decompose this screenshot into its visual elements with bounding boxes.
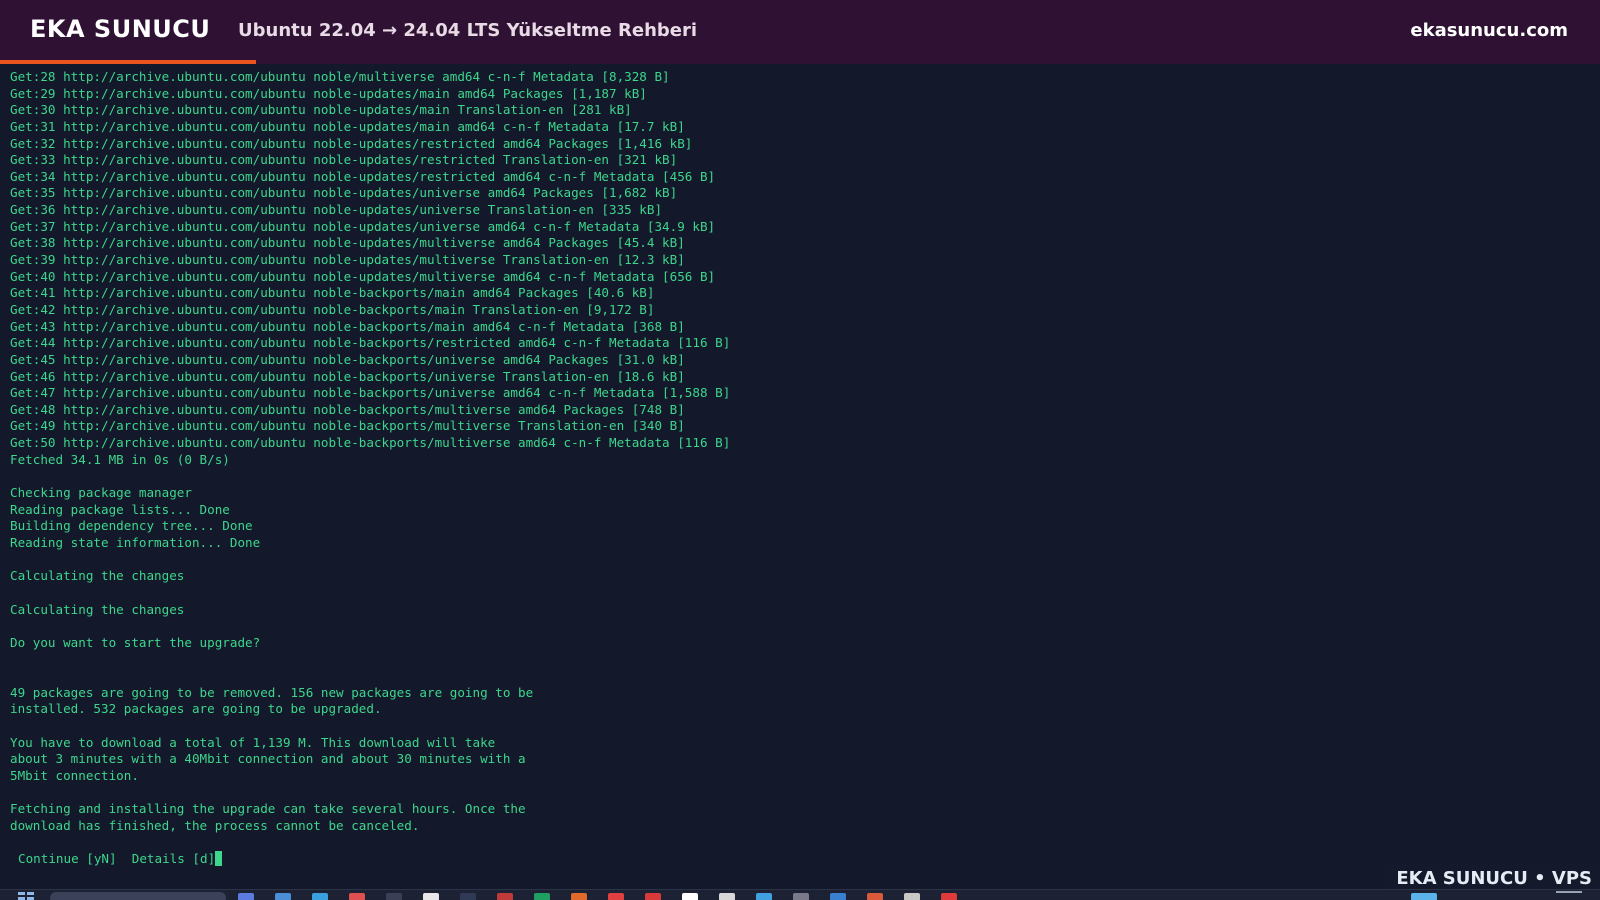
taskbar-app-icon[interactable] [867, 893, 883, 900]
details-option[interactable]: Details [d] [132, 851, 215, 866]
terminal-line: Calculating the changes [10, 568, 185, 584]
banner-title: Ubuntu 22.04 → 24.04 LTS Yükseltme Rehbe… [238, 20, 698, 41]
terminal-line: about 3 minutes with a 40Mbit connection… [10, 751, 526, 767]
terminal-line: Get:32 http://archive.ubuntu.com/ubuntu … [10, 135, 693, 151]
terminal-line: Get:46 http://archive.ubuntu.com/ubuntu … [10, 368, 685, 384]
terminal-output[interactable]: Get:28 http://archive.ubuntu.com/ubuntu … [10, 69, 1580, 869]
taskbar-app-icon[interactable] [571, 893, 587, 900]
terminal-line: Get:33 http://archive.ubuntu.com/ubuntu … [10, 152, 678, 168]
taskbar-app-icon[interactable] [682, 893, 698, 900]
terminal-line: Reading state information... Done [10, 534, 261, 550]
taskbar-app-icon[interactable] [756, 893, 772, 900]
terminal-line: Get:44 http://archive.ubuntu.com/ubuntu … [10, 335, 731, 351]
terminal-line: Get:40 http://archive.ubuntu.com/ubuntu … [10, 268, 716, 284]
terminal-line: Get:43 http://archive.ubuntu.com/ubuntu … [10, 318, 685, 334]
terminal-line: Get:42 http://archive.ubuntu.com/ubuntu … [10, 301, 655, 317]
terminal-cursor [215, 851, 223, 867]
taskbar-app-icon[interactable] [423, 893, 439, 900]
terminal-line: Get:31 http://archive.ubuntu.com/ubuntu … [10, 118, 685, 134]
terminal-line: Get:47 http://archive.ubuntu.com/ubuntu … [10, 385, 731, 401]
taskbar-app-icon[interactable] [941, 893, 957, 900]
taskbar-app-icon[interactable] [830, 893, 846, 900]
terminal-line: 5Mbit connection. [10, 767, 139, 783]
taskbar-app-icon[interactable] [386, 893, 402, 900]
terminal-line: Reading package lists... Done [10, 501, 230, 517]
terminal-line: Get:35 http://archive.ubuntu.com/ubuntu … [10, 185, 678, 201]
taskbar-app-icon[interactable] [312, 893, 328, 900]
terminal-line: Get:50 http://archive.ubuntu.com/ubuntu … [10, 435, 731, 451]
banner-progress-bar [0, 60, 256, 64]
banner-site-url[interactable]: ekasunucu.com [1410, 20, 1568, 41]
terminal-line: Calculating the changes [10, 601, 185, 617]
terminal-line: Get:45 http://archive.ubuntu.com/ubuntu … [10, 351, 685, 367]
terminal-line: Get:48 http://archive.ubuntu.com/ubuntu … [10, 401, 685, 417]
taskbar [0, 889, 1600, 900]
start-menu-icon[interactable] [18, 892, 36, 900]
taskbar-app-icon[interactable] [608, 893, 624, 900]
taskbar-app-icon[interactable] [719, 893, 735, 900]
taskbar-app-icon[interactable] [793, 893, 809, 900]
taskbar-app-icon[interactable] [534, 893, 550, 900]
continue-option[interactable]: Continue [yN] [18, 851, 117, 866]
taskbar-app-icon[interactable] [460, 893, 476, 900]
terminal-line: Get:29 http://archive.ubuntu.com/ubuntu … [10, 85, 647, 101]
terminal-line: Get:34 http://archive.ubuntu.com/ubuntu … [10, 168, 716, 184]
terminal-line: Get:36 http://archive.ubuntu.com/ubuntu … [10, 202, 663, 218]
terminal-line: Get:39 http://archive.ubuntu.com/ubuntu … [10, 252, 685, 268]
terminal-line: Fetching and installing the upgrade can … [10, 801, 526, 817]
taskbar-app-icon[interactable] [904, 893, 920, 900]
terminal-line: You have to download a total of 1,139 M.… [10, 734, 496, 750]
tutorial-banner: EKA SUNUCU Ubuntu 22.04 → 24.04 LTS Yüks… [0, 0, 1600, 64]
terminal-line: Building dependency tree... Done [10, 518, 253, 534]
taskbar-app-icon[interactable] [497, 893, 513, 900]
taskbar-app-icon[interactable] [645, 893, 661, 900]
terminal-line: installed. 532 packages are going to be … [10, 701, 382, 717]
terminal-line: Get:41 http://archive.ubuntu.com/ubuntu … [10, 285, 655, 301]
taskbar-app-icon[interactable] [349, 893, 365, 900]
terminal-line: Do you want to start the upgrade? [10, 634, 261, 650]
taskbar-search-box[interactable] [50, 892, 226, 900]
taskbar-app-icon[interactable] [238, 893, 254, 900]
terminal-line: Get:38 http://archive.ubuntu.com/ubuntu … [10, 235, 685, 251]
terminal-line: 49 packages are going to be removed. 156… [10, 684, 534, 700]
terminal-line: Get:28 http://archive.ubuntu.com/ubuntu … [10, 69, 670, 84]
upgrade-prompt[interactable]: Continue [yN] Details [d] [10, 851, 1580, 868]
banner-brand-logo: EKA SUNUCU [30, 15, 211, 43]
terminal-line: Get:37 http://archive.ubuntu.com/ubuntu … [10, 218, 716, 234]
taskbar-app-icon[interactable] [275, 893, 291, 900]
terminal-line: Fetched 34.1 MB in 0s (0 B/s) [10, 451, 230, 467]
terminal-line: Checking package manager [10, 485, 192, 501]
terminal-line: Get:30 http://archive.ubuntu.com/ubuntu … [10, 102, 632, 118]
taskbar-clock[interactable] [1556, 891, 1582, 893]
tray-app-icon[interactable] [1411, 893, 1437, 900]
terminal-line: Get:49 http://archive.ubuntu.com/ubuntu … [10, 418, 685, 434]
terminal-line: download has finished, the process canno… [10, 817, 420, 833]
